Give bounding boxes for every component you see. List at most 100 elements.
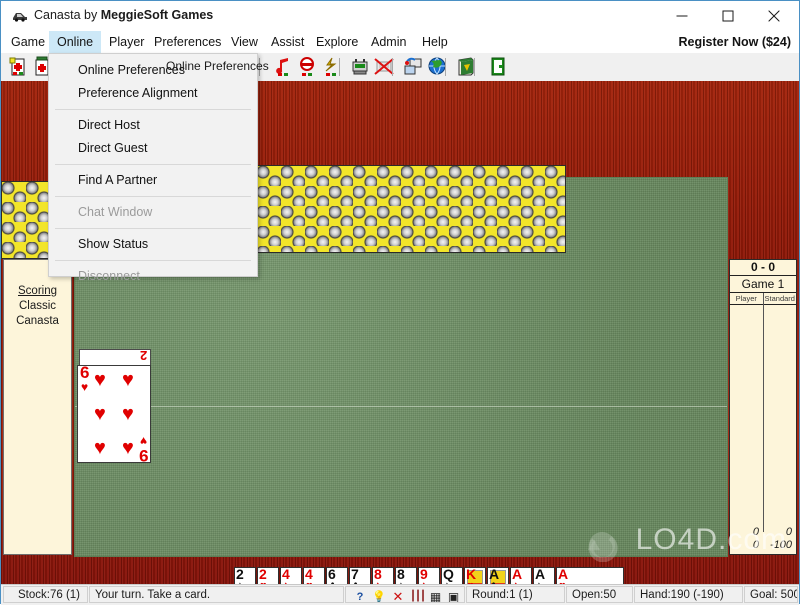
scoreboard-total: 0 - 0 [730, 260, 796, 276]
menu-separator [55, 228, 251, 229]
cancel-icon[interactable]: ✕ [391, 590, 405, 603]
scoring-panel: Scoring Classic Canasta [3, 259, 72, 555]
menu-option-show-status[interactable]: Show Status [49, 233, 257, 256]
menu-item-preferences[interactable]: Preferences [146, 31, 229, 53]
player-hand[interactable]: 2♠2♥4♦4♥6♣7♣8♦8♠9♦Q♠K♥A♣A♦A♠A♥♥A♥ [234, 567, 624, 584]
hand-card[interactable]: 2♠ [234, 567, 256, 584]
toolbar-separator [474, 58, 475, 76]
hand-card[interactable]: 4♦ [280, 567, 302, 584]
hand-card[interactable]: 2♥ [257, 567, 279, 584]
online-menu-dropdown[interactable]: Online Preferences Preference Alignment … [48, 53, 258, 283]
card-rank: 4 [305, 566, 313, 582]
app-icon [12, 9, 28, 22]
menu-item-game[interactable]: Game [3, 31, 53, 53]
menu-option-find-a-partner[interactable]: Find A Partner [49, 169, 257, 192]
card-rank: 9 [420, 566, 428, 582]
menu-separator [55, 196, 251, 197]
card-rank-rotated: 9 [138, 446, 148, 465]
card-rank: A [489, 566, 500, 582]
hand-card[interactable]: A♣ [487, 567, 509, 584]
status-round: Round:1 (1) [466, 586, 565, 603]
robot-on-icon[interactable] [349, 56, 371, 78]
heart-pip-icon: ♥ [94, 369, 106, 391]
box-arrow-icon[interactable]: ▣ [447, 590, 460, 602]
menu-option-preference-alignment[interactable]: Preference Alignment [49, 82, 257, 105]
card-rank: A [535, 566, 546, 582]
card-rank: 6 [80, 363, 90, 382]
hint-lightbulb-icon[interactable]: 💡 [372, 590, 386, 602]
scoreboard-col-standard: Standard [764, 294, 795, 303]
toolbar-separator [392, 58, 393, 76]
toolbar-separator [339, 58, 340, 76]
window-title: Canasta by MeggieSoft Games [34, 8, 214, 22]
menu-item-help[interactable]: Help [414, 31, 456, 53]
status-open: Open:50 [566, 586, 633, 603]
hand-card[interactable]: A♠ [533, 567, 555, 584]
status-goal: Goal: 5000 [744, 586, 798, 603]
hand-card[interactable]: 4♥ [303, 567, 325, 584]
card-rank: 7 [351, 566, 359, 582]
close-button[interactable] [751, 1, 797, 31]
card-rank: K [466, 566, 477, 582]
menu-option-direct-guest[interactable]: Direct Guest [49, 137, 257, 160]
card-rank: A [558, 566, 569, 582]
menu-item-view[interactable]: View [223, 31, 266, 53]
card-rank: 6 [328, 566, 336, 582]
exit-door-icon[interactable] [487, 56, 509, 78]
new-game-icon[interactable] [7, 56, 29, 78]
scoreboard-col-player: Player [730, 293, 764, 304]
hand-card[interactable]: 8♦ [372, 567, 394, 584]
hand-card[interactable]: A♦ [510, 567, 532, 584]
card-suit-icon: ♥ [81, 380, 89, 394]
discard-pile-top-card[interactable]: 6 ♥ ♥ ♥ ♥ ♥ ♥ ♥ 9 ♥ [77, 363, 151, 465]
status-bar: Stock:76 (1) Your turn. Take a card. ? 💡… [1, 584, 799, 605]
network-host-icon[interactable] [402, 56, 424, 78]
maximize-button[interactable] [705, 1, 751, 31]
toolbar-tooltip: Online Preferences [166, 59, 269, 73]
watermark: LO4D.com [580, 523, 787, 563]
heart-pip-icon: ♥ [94, 403, 106, 425]
card-icon[interactable]: ▦ [429, 590, 442, 602]
help-icon[interactable]: ? [354, 590, 366, 602]
card-suit-icon-rotated: ♥ [139, 434, 147, 448]
card-rank: 8 [397, 566, 405, 582]
hand-card[interactable]: 8♠ [395, 567, 417, 584]
menu-item-assist[interactable]: Assist [263, 31, 312, 53]
meld-bars-icon[interactable]: ┃┃┃ [410, 590, 426, 602]
menu-item-player[interactable]: Player [101, 31, 152, 53]
card-rank: Q [443, 566, 454, 582]
sound-note-icon[interactable] [272, 56, 294, 78]
status-message: Your turn. Take a card. [89, 586, 344, 603]
hand-card[interactable]: A♥♥A♥ [556, 567, 624, 584]
opponent-hand [256, 165, 566, 253]
status-action-icons[interactable]: ? 💡 ✕ ┃┃┃ ▦ ▣ [345, 586, 465, 603]
no-entry-icon[interactable] [296, 56, 318, 78]
menu-separator [55, 260, 251, 261]
hand-card[interactable]: 6♣ [326, 567, 348, 584]
card-rank: 8 [374, 566, 382, 582]
menu-item-online[interactable]: Online [49, 31, 102, 53]
app-window: Canasta by MeggieSoft Games Game Online … [0, 0, 800, 605]
heart-pip-icon: ♥ [122, 403, 134, 425]
felt-divider-line [75, 406, 727, 407]
menu-item-admin[interactable]: Admin [363, 31, 414, 53]
menu-option-direct-host[interactable]: Direct Host [49, 114, 257, 137]
hand-card[interactable]: 9♦ [418, 567, 440, 584]
toolbar-separator [445, 58, 446, 76]
card-rank: 2 [259, 566, 267, 582]
hand-card[interactable]: K♥ [464, 567, 486, 584]
discard-behind-rank: 2 [139, 348, 147, 363]
menu-item-explore[interactable]: Explore [308, 31, 366, 53]
heart-pip-icon: ♥ [122, 369, 134, 391]
hand-card[interactable]: Q♠ [441, 567, 463, 584]
register-now-link[interactable]: Register Now ($24) [678, 31, 791, 53]
watermark-text: LO4D.com [635, 523, 787, 557]
heart-pip-icon: ♥ [122, 437, 134, 459]
title-bar: Canasta by MeggieSoft Games [1, 1, 799, 31]
card-rank: 4 [282, 566, 290, 582]
minimize-button[interactable] [659, 1, 705, 31]
menu-option-disconnect: Disconnect [78, 269, 140, 283]
hand-card[interactable]: 7♣ [349, 567, 371, 584]
scoring-line-2: Canasta [16, 315, 59, 327]
scoreboard-game-label: Game 1 [730, 276, 796, 293]
